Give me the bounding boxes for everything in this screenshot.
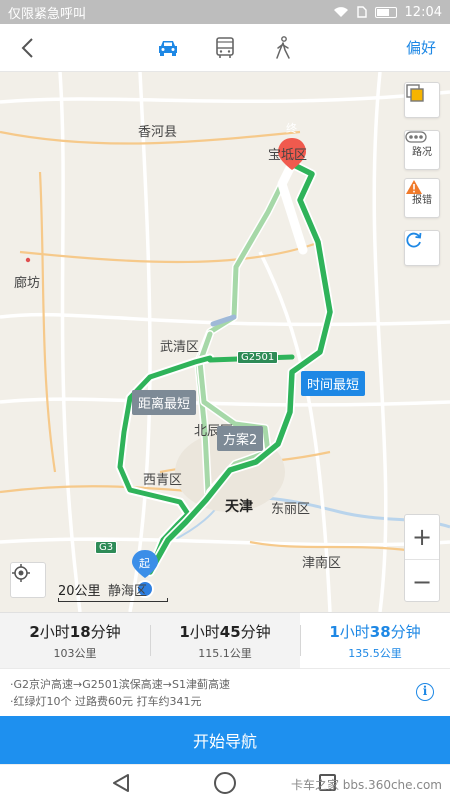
walk-mode-tab[interactable] [268,34,298,62]
refresh-button[interactable] [404,230,440,266]
sim-icon [356,6,367,18]
nav-back-icon[interactable] [112,773,130,793]
route-label-shortest-distance[interactable]: 距离最短 [132,390,197,415]
refresh-icon [406,232,422,248]
layers-icon [406,84,424,102]
traffic-button[interactable]: 路况 [404,130,440,170]
route-label-fastest[interactable]: 时间最短 [301,371,366,396]
route-2-hours: 1 [179,622,190,641]
route-3-distance: 135.5公里 [348,646,402,660]
place-wuqing: 武清区 [160,340,200,355]
carrier-text: 仅限紧急呼叫 [8,6,87,22]
locate-icon [12,564,30,582]
back-button[interactable] [14,34,40,62]
clock: 12:04 [404,4,442,20]
route-3-minutes: 38 [369,622,391,641]
route-3-hours: 1 [329,622,340,641]
info-icon[interactable]: i [416,683,434,701]
place-tianjin: 天津 [225,499,253,515]
nav-home-icon[interactable] [214,772,236,794]
route-label-plan2[interactable]: 方案2 [217,426,264,451]
place-jinnan: 津南区 [302,556,342,571]
highway-badge-g2501: G2501 [237,351,279,364]
wifi-icon [333,7,348,17]
locate-button[interactable] [10,562,46,598]
walk-icon [276,36,290,59]
route-roads: ·G2京沪高速→G2501滨保高速→S1津蓟高速 [10,678,230,691]
route-1-distance: 103公里 [53,646,97,660]
map-canvas [0,72,450,612]
system-nav-bar: 卡车之家 bbs.360che.com [0,764,450,800]
warning-icon [406,180,422,194]
route-option-1[interactable]: 2小时18分钟 103公里 [0,613,150,668]
zoom-controls: + − [404,514,440,602]
start-marker-label: 起 [139,557,150,570]
traffic-label: 路况 [412,146,432,158]
route-1-minutes: 18 [69,622,91,641]
place-dongli: 东丽区 [271,502,311,517]
place-xianghe: 香河县 [138,125,178,140]
scale-bar [58,598,168,602]
route-3-hours-unit: 小时 [339,622,370,641]
report-error-button[interactable]: 报错 [404,178,440,218]
route-option-3[interactable]: 1小时38分钟 135.5公里 [300,613,450,668]
route-summary: ·红绿灯10个 过路费60元 打车约341元 [10,695,202,708]
preference-button[interactable]: 偏好 [406,37,436,58]
battery-icon [374,6,397,18]
layers-button[interactable] [404,82,440,118]
status-bar: 仅限紧急呼叫 12:04 [0,0,450,24]
car-icon [159,41,177,56]
zoom-in-button[interactable]: + [405,515,439,559]
screen: 仅限紧急呼叫 12:04 偏好 香河县 宝坻区 廊坊 武清区 北辰区 西青区 天… [0,0,450,800]
route-2-minutes: 45 [219,622,241,641]
route-detail: ·G2京沪高速→G2501滨保高速→S1津蓟高速 ·红绿灯10个 过路费60元 … [0,668,450,716]
route-1-minutes-unit: 分钟 [90,622,121,641]
zoom-out-button[interactable]: − [405,559,439,603]
route-3-minutes-unit: 分钟 [390,622,421,641]
start-navigation-button[interactable]: 开始导航 [0,716,450,764]
bus-mode-tab[interactable] [210,34,240,62]
route-options: 2小时18分钟 103公里 1小时45分钟 115.1公里 1小时38分钟 13… [0,612,450,668]
chevron-left-icon [21,38,33,58]
route-2-distance: 115.1公里 [198,646,252,660]
bus-icon [216,37,234,58]
place-jinghai: 静海区 [108,584,148,599]
route-2-hours-unit: 小时 [189,622,220,641]
top-nav: 偏好 [0,24,450,72]
map-view[interactable]: 香河县 宝坻区 廊坊 武清区 北辰区 西青区 天津 东丽区 津南区 静海区 终 … [0,72,450,612]
place-xiqing: 西青区 [143,473,183,488]
route-option-2[interactable]: 1小时45分钟 115.1公里 [150,613,300,668]
car-mode-tab[interactable] [153,34,183,62]
traffic-icon [405,131,427,143]
end-marker-label: 终 [286,122,297,135]
place-baodi: 宝坻区 [268,148,308,163]
route-1-hours-unit: 小时 [39,622,70,641]
route-1-hours: 2 [29,622,40,641]
place-langfang: 廊坊 [14,276,41,291]
watermark: 卡车之家 bbs.360che.com [290,778,442,792]
route-2-minutes-unit: 分钟 [240,622,271,641]
scale-text: 20公里 [58,584,101,599]
highway-badge-g3: G3 [95,541,118,554]
